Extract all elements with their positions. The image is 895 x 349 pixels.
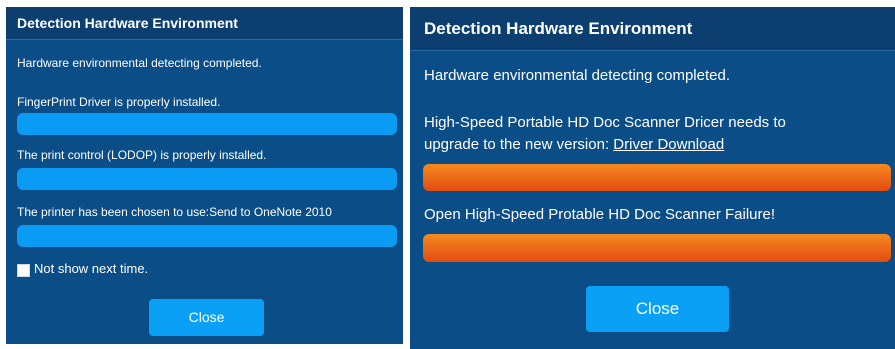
- close-button[interactable]: Close: [149, 299, 264, 336]
- status-text: Hardware environmental detecting complet…: [424, 67, 730, 84]
- not-show-next-time-label[interactable]: Not show next time.: [34, 261, 148, 276]
- fingerprint-driver-status: FingerPrint Driver is properly installed…: [17, 95, 221, 109]
- driver-download-link[interactable]: Driver Download: [613, 136, 724, 153]
- printer-status: The printer has been chosen to use:Send …: [17, 205, 332, 219]
- left-detection-dialog: Detection Hardware Environment Hardware …: [6, 7, 403, 344]
- print-control-status: The print control (LODOP) is properly in…: [17, 148, 267, 162]
- printer-status-bar: [17, 225, 397, 247]
- fingerprint-driver-status-bar: [17, 113, 397, 135]
- status-text: Hardware environmental detecting complet…: [17, 56, 262, 70]
- scanner-upgrade-message-prefix: upgrade to the new version:: [424, 136, 614, 153]
- scanner-open-failure-status-bar: [423, 234, 891, 262]
- dialog-title: Detection Hardware Environment: [410, 7, 895, 51]
- print-control-status-bar: [17, 168, 397, 190]
- scanner-upgrade-status-bar: [423, 164, 891, 191]
- scanner-upgrade-message-line1: High-Speed Portable HD Doc Scanner Drice…: [424, 114, 786, 131]
- dialog-title: Detection Hardware Environment: [6, 7, 403, 40]
- not-show-next-time-checkbox[interactable]: [17, 264, 30, 277]
- scanner-upgrade-message-line2: upgrade to the new version: Driver Downl…: [424, 136, 724, 153]
- close-button[interactable]: Close: [586, 286, 729, 332]
- scanner-open-failure-message: Open High-Speed Protable HD Doc Scanner …: [424, 206, 776, 223]
- right-detection-dialog: Detection Hardware Environment Hardware …: [410, 7, 895, 349]
